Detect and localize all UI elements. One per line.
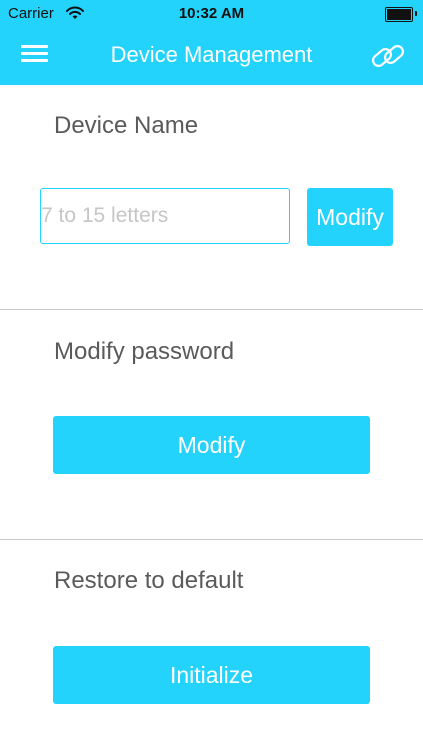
page-title: Device Management	[110, 42, 313, 67]
hamburger-menu-icon[interactable]	[21, 45, 48, 65]
section-divider	[0, 309, 423, 310]
modify-device-name-button[interactable]: Modify	[307, 188, 393, 246]
battery-icon	[385, 7, 417, 22]
modify-password-heading: Modify password	[54, 338, 235, 365]
section-divider	[0, 539, 423, 540]
status-bar: Carrier 10:32 AM	[0, 0, 423, 28]
initialize-button[interactable]: Initialize	[53, 646, 370, 704]
navigation-bar: Device Management	[0, 28, 423, 85]
device-name-input[interactable]	[40, 188, 290, 244]
device-name-heading: Device Name	[54, 112, 199, 139]
link-chain-icon[interactable]	[369, 39, 407, 73]
modify-password-button[interactable]: Modify	[53, 416, 370, 474]
restore-default-heading: Restore to default	[54, 567, 244, 594]
status-time: 10:32 AM	[178, 5, 245, 22]
